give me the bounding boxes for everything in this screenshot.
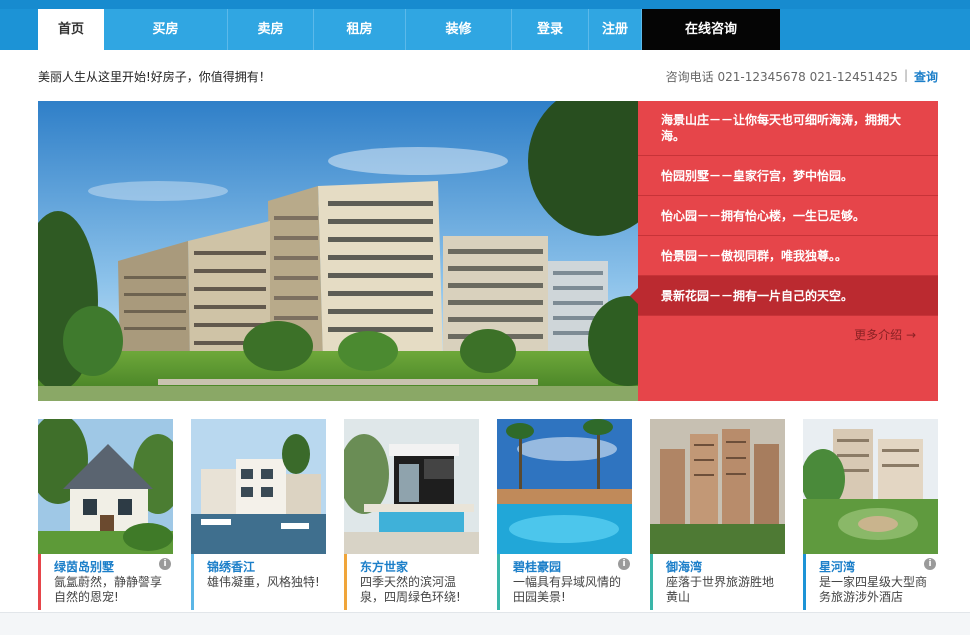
nav-online-consult[interactable]: 在线咨询 [642, 9, 780, 50]
property-photo[interactable] [191, 419, 326, 554]
navbar-strip [0, 0, 970, 9]
nav-register[interactable]: 注册 [589, 9, 642, 50]
promo-item-text: 怡景园－－傲视同群，唯我独尊。。 [661, 249, 848, 263]
property-info: 星河湾 是一家四星级大型商务旅游涉外酒店 [803, 554, 938, 610]
main-nav: 首页 买房 卖房 租房 装修 登录 注册 在线咨询 [38, 9, 780, 50]
property-photo[interactable] [497, 419, 632, 554]
property-info: 绿茵岛别墅 氤氲蔚然，静静謦享自然的恩宠! [38, 554, 173, 610]
property-cards: 绿茵岛别墅 氤氲蔚然，静静謦享自然的恩宠! i 锦绣香江 雄伟凝重，风格独特! [38, 419, 938, 610]
property-title[interactable]: 东方世家 [360, 560, 475, 574]
footer-band [0, 612, 970, 635]
property-info: 御海湾 座落于世界旅游胜地黄山 [650, 554, 785, 610]
property-card[interactable]: 碧桂豪园 一幅具有异域风情的田园美景! i [497, 419, 632, 610]
promo-item[interactable]: 怡心园－－拥有怡心楼，一生已足够。 [638, 196, 938, 236]
property-desc: 是一家四星级大型商务旅游涉外酒店 [819, 575, 928, 604]
property-info: 东方世家 四季天然的滨河温泉，四周绿色环绕! [344, 554, 479, 610]
site-slogan: 美丽人生从这里开始!好房子，你值得拥有！ [38, 70, 271, 84]
promo-item[interactable]: 怡景园－－傲视同群，唯我独尊。。 [638, 236, 938, 276]
property-title[interactable]: 御海湾 [666, 560, 781, 574]
property-desc: 氤氲蔚然，静静謦享自然的恩宠! [54, 575, 163, 604]
property-title[interactable]: 碧桂豪园 [513, 560, 628, 574]
promo-item-text: 海景山庄－－让你每天也可细听海涛，拥拥大海。 [661, 113, 902, 143]
nav-login[interactable]: 登录 [512, 9, 589, 50]
search-link[interactable]: 查询 [914, 68, 938, 85]
promo-item[interactable]: 怡园别墅－－皇家行宫，梦中怡园。 [638, 156, 938, 196]
promo-item-text: 景新花园－－拥有一片自己的天空。 [661, 289, 854, 303]
nav-buy[interactable]: 买房 [104, 9, 228, 50]
property-card[interactable]: 星河湾 是一家四星级大型商务旅游涉外酒店 i [803, 419, 938, 610]
property-card[interactable]: 锦绣香江 雄伟凝重，风格独特! [191, 419, 326, 610]
promo-item-text: 怡园别墅－－皇家行宫，梦中怡园。 [661, 169, 854, 183]
property-photo[interactable] [803, 419, 938, 554]
property-title[interactable]: 绿茵岛别墅 [54, 560, 169, 574]
property-photo[interactable] [344, 419, 479, 554]
contact-separator: | [903, 68, 908, 82]
top-navbar: 首页 买房 卖房 租房 装修 登录 注册 在线咨询 [0, 0, 970, 50]
more-intro-link[interactable]: 更多介绍 → [854, 326, 916, 343]
contact-bar: 咨询电话 021-12345678 021-12451425 | 查询 [666, 68, 938, 85]
property-card[interactable]: 东方世家 四季天然的滨河温泉，四周绿色环绕! [344, 419, 479, 610]
property-desc: 四季天然的滨河温泉，四周绿色环绕! [360, 575, 461, 604]
property-title[interactable]: 星河湾 [819, 560, 934, 574]
nav-rent[interactable]: 租房 [314, 9, 406, 50]
property-card[interactable]: 绿茵岛别墅 氤氲蔚然，静静謦享自然的恩宠! i [38, 419, 173, 610]
promo-panel: 海景山庄－－让你每天也可细听海涛，拥拥大海。 怡园别墅－－皇家行宫，梦中怡园。 … [630, 101, 938, 401]
property-title[interactable]: 锦绣香江 [207, 560, 322, 574]
contact-phone: 咨询电话 021-12345678 021-12451425 [665, 70, 898, 84]
nav-home[interactable]: 首页 [38, 9, 104, 50]
promo-item[interactable]: 海景山庄－－让你每天也可细听海涛，拥拥大海。 [638, 101, 938, 156]
property-desc: 雄伟凝重，风格独特! [207, 575, 320, 589]
property-photo[interactable] [650, 419, 785, 554]
nav-sell[interactable]: 卖房 [228, 9, 314, 50]
info-icon[interactable]: i [159, 558, 171, 570]
hero-photo [38, 101, 638, 401]
info-icon[interactable]: i [924, 558, 936, 570]
property-info: 锦绣香江 雄伟凝重，风格独特! [191, 554, 326, 610]
promo-item-active[interactable]: 景新花园－－拥有一片自己的天空。 [630, 276, 938, 316]
info-icon[interactable]: i [618, 558, 630, 570]
property-info: 碧桂豪园 一幅具有异域风情的田园美景! [497, 554, 632, 610]
property-desc: 座落于世界旅游胜地黄山 [666, 575, 775, 604]
hero-banner-image[interactable] [38, 101, 638, 401]
property-photo[interactable] [38, 419, 173, 554]
promo-item-text: 怡心园－－拥有怡心楼，一生已足够。 [661, 209, 866, 223]
property-desc: 一幅具有异域风情的田园美景! [513, 575, 622, 604]
property-card[interactable]: 御海湾 座落于世界旅游胜地黄山 [650, 419, 785, 610]
nav-decorate[interactable]: 装修 [406, 9, 512, 50]
